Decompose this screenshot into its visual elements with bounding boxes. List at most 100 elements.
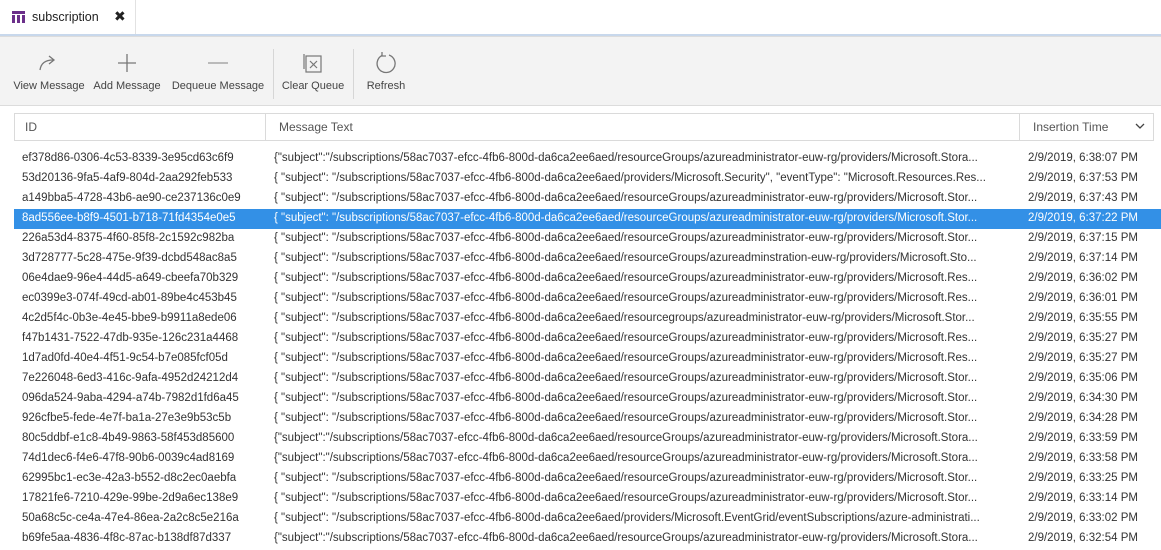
message-text: { "subject": "/subscriptions/58ac7037-ef… xyxy=(274,392,978,404)
insertion-time: 2/9/2019, 6:35:27 PM xyxy=(1028,332,1138,344)
table-row[interactable]: 3d728777-5c28-475e-9f39-dcbd548ac8a5 { "s… xyxy=(14,249,1161,269)
message-text: { "subject": "/subscriptions/58ac7037-ef… xyxy=(274,352,978,364)
insertion-time: 2/9/2019, 6:36:02 PM xyxy=(1028,272,1138,284)
view-message-button[interactable]: View Message xyxy=(10,37,88,105)
table-row[interactable]: 06e4dae9-96e4-44d5-a649-cbeefa70b329 { "s… xyxy=(14,269,1161,289)
message-id: ef378d86-0306-4c53-8339-3e95cd63c6f9 xyxy=(22,152,234,164)
message-id: 4c2d5f4c-0b3e-4e45-bbe9-b9911a8ede06 xyxy=(22,312,237,324)
table-row[interactable]: 62995bc1-ec3e-42a3-b552-d8c2ec0aebfa { "s… xyxy=(14,469,1161,489)
tab-subscription[interactable]: subscription ✖ xyxy=(0,0,136,36)
message-id: 3d728777-5c28-475e-9f39-dcbd548ac8a5 xyxy=(22,252,237,264)
toolbar-separator xyxy=(273,49,274,99)
message-text: {"subject":"/subscriptions/58ac7037-efcc… xyxy=(274,452,978,464)
message-id: ec0399e3-074f-49cd-ab01-89be4c453b45 xyxy=(22,292,237,304)
message-text: { "subject": "/subscriptions/58ac7037-ef… xyxy=(274,372,978,384)
table-row[interactable]: 4c2d5f4c-0b3e-4e45-bbe9-b9911a8ede06 { "s… xyxy=(14,309,1161,329)
refresh-button[interactable]: Refresh xyxy=(360,37,412,105)
message-id: 926cfbe5-fede-4e7f-ba1a-27e3e9b53c5b xyxy=(22,412,232,424)
toolbar: View Message Add Message Dequeue Message… xyxy=(0,36,1161,106)
table-row[interactable]: 53d20136-9fa5-4af9-804d-2aa292feb533 { "s… xyxy=(14,169,1161,189)
table-row[interactable]: 80c5ddbf-e1c8-4b49-9863-58f453d85600 {"su… xyxy=(14,429,1161,449)
table-row[interactable]: 226a53d4-8375-4f60-85f8-2c1592c982ba { "s… xyxy=(14,229,1161,249)
refresh-icon xyxy=(376,52,396,74)
message-id: 8ad556ee-b8f9-4501-b718-71fd4354e0e5 xyxy=(22,212,236,224)
insertion-time-label: Insertion Time xyxy=(1033,120,1109,134)
message-text: {"subject":"/subscriptions/58ac7037-efcc… xyxy=(274,152,978,164)
message-text: { "subject": "/subscriptions/58ac7037-ef… xyxy=(274,252,977,264)
table-row[interactable]: ec0399e3-074f-49cd-ab01-89be4c453b45 { "s… xyxy=(14,289,1161,309)
chevron-down-icon[interactable] xyxy=(1135,121,1145,131)
message-text: { "subject": "/subscriptions/58ac7037-ef… xyxy=(274,412,978,424)
table-row[interactable]: 17821fe6-7210-429e-99be-2d9a6ec138e9 { "s… xyxy=(14,489,1161,509)
insertion-time: 2/9/2019, 6:34:30 PM xyxy=(1028,392,1138,404)
message-id: 7e226048-6ed3-416c-9afa-4952d24212d4 xyxy=(22,372,239,384)
close-icon[interactable]: ✖ xyxy=(114,8,126,25)
message-text: { "subject": "/subscriptions/58ac7037-ef… xyxy=(274,272,978,284)
message-text: { "subject": "/subscriptions/58ac7037-ef… xyxy=(274,312,975,324)
tab-strip: subscription ✖ xyxy=(0,0,1161,36)
insertion-time: 2/9/2019, 6:34:28 PM xyxy=(1028,412,1138,424)
insertion-time: 2/9/2019, 6:33:02 PM xyxy=(1028,512,1138,524)
column-header-message-text[interactable]: Message Text xyxy=(269,114,1019,140)
add-message-label: Add Message xyxy=(93,80,161,92)
queue-icon xyxy=(12,11,25,23)
table-row[interactable]: 1d7ad0fd-40e4-4f51-9c54-b7e085fcf05d { "s… xyxy=(14,349,1161,369)
table-row[interactable]: 926cfbe5-fede-4e7f-ba1a-27e3e9b53c5b { "s… xyxy=(14,409,1161,429)
insertion-time: 2/9/2019, 6:33:59 PM xyxy=(1028,432,1138,444)
insertion-time: 2/9/2019, 6:36:01 PM xyxy=(1028,292,1138,304)
message-id: 1d7ad0fd-40e4-4f51-9c54-b7e085fcf05d xyxy=(22,352,228,364)
message-id: 17821fe6-7210-429e-99be-2d9a6ec138e9 xyxy=(22,492,239,504)
insertion-time: 2/9/2019, 6:33:58 PM xyxy=(1028,452,1138,464)
insertion-time: 2/9/2019, 6:37:14 PM xyxy=(1028,252,1138,264)
insertion-time: 2/9/2019, 6:35:27 PM xyxy=(1028,352,1138,364)
message-id: 53d20136-9fa5-4af9-804d-2aa292feb533 xyxy=(22,172,233,184)
message-id: a149bba5-4728-43b6-ae90-ce237136c0e9 xyxy=(22,192,241,204)
insertion-time: 2/9/2019, 6:33:25 PM xyxy=(1028,472,1138,484)
table-row[interactable]: b69fe5aa-4836-4f8c-87ac-b138df87d337 {"su… xyxy=(14,529,1161,549)
message-text: { "subject": "/subscriptions/58ac7037-ef… xyxy=(274,172,986,184)
message-text: {"subject":"/subscriptions/58ac7037-efcc… xyxy=(274,432,978,444)
table-row[interactable]: 50a68c5c-ce4a-47e4-86ea-2a2c8c5e216a { "s… xyxy=(14,509,1161,529)
message-text: {"subject":"/subscriptions/58ac7037-efcc… xyxy=(274,532,978,544)
clear-queue-label: Clear Queue xyxy=(281,80,345,92)
column-header-insertion-time[interactable]: Insertion Time xyxy=(1023,114,1153,140)
message-text: { "subject": "/subscriptions/58ac7037-ef… xyxy=(274,232,978,244)
add-message-button[interactable]: Add Message xyxy=(91,37,163,105)
table-row[interactable]: 7e226048-6ed3-416c-9afa-4952d24212d4 { "s… xyxy=(14,369,1161,389)
column-divider[interactable] xyxy=(265,114,266,140)
insertion-time: 2/9/2019, 6:37:15 PM xyxy=(1028,232,1138,244)
table-row[interactable]: 096da524-9aba-4294-a74b-7982d1fd6a45 { "s… xyxy=(14,389,1161,409)
message-text: { "subject": "/subscriptions/58ac7037-ef… xyxy=(274,212,978,224)
insertion-time: 2/9/2019, 6:37:43 PM xyxy=(1028,192,1138,204)
insertion-time: 2/9/2019, 6:32:54 PM xyxy=(1028,532,1138,544)
clear-queue-icon xyxy=(303,54,322,73)
column-divider[interactable] xyxy=(1019,114,1020,140)
clear-queue-button[interactable]: Clear Queue xyxy=(280,37,346,105)
table-row[interactable]: 8ad556ee-b8f9-4501-b718-71fd4354e0e5 { "s… xyxy=(14,209,1161,229)
insertion-time: 2/9/2019, 6:38:07 PM xyxy=(1028,152,1138,164)
table-row[interactable]: a149bba5-4728-43b6-ae90-ce237136c0e9 { "s… xyxy=(14,189,1161,209)
left-edge xyxy=(0,106,9,550)
message-id: 74d1dec6-f4e6-47f8-90b6-0039c4ad8169 xyxy=(22,452,235,464)
message-id: 80c5ddbf-e1c8-4b49-9863-58f453d85600 xyxy=(22,432,235,444)
toolbar-separator xyxy=(353,49,354,99)
tab-label: subscription xyxy=(32,10,99,24)
table-row[interactable]: 74d1dec6-f4e6-47f8-90b6-0039c4ad8169 {"su… xyxy=(14,449,1161,469)
message-text: { "subject": "/subscriptions/58ac7037-ef… xyxy=(274,332,978,344)
message-id: 50a68c5c-ce4a-47e4-86ea-2a2c8c5e216a xyxy=(22,512,239,524)
message-text: { "subject": "/subscriptions/58ac7037-ef… xyxy=(274,192,978,204)
insertion-time: 2/9/2019, 6:33:14 PM xyxy=(1028,492,1138,504)
table-row[interactable]: ef378d86-0306-4c53-8339-3e95cd63c6f9 {"su… xyxy=(14,149,1161,169)
view-message-label: View Message xyxy=(13,80,85,92)
column-header-id[interactable]: ID xyxy=(15,114,265,140)
message-text: { "subject": "/subscriptions/58ac7037-ef… xyxy=(274,492,978,504)
insertion-time: 2/9/2019, 6:35:06 PM xyxy=(1028,372,1138,384)
refresh-label: Refresh xyxy=(366,80,406,92)
insertion-time: 2/9/2019, 6:35:55 PM xyxy=(1028,312,1138,324)
insertion-time: 2/9/2019, 6:37:22 PM xyxy=(1028,212,1138,224)
table-row[interactable]: f47b1431-7522-47db-935e-126c231a4468 { "s… xyxy=(14,329,1161,349)
message-id: 226a53d4-8375-4f60-85f8-2c1592c982ba xyxy=(22,232,235,244)
plus-icon xyxy=(118,54,136,72)
insertion-time: 2/9/2019, 6:37:53 PM xyxy=(1028,172,1138,184)
dequeue-message-button[interactable]: Dequeue Message xyxy=(170,37,266,105)
